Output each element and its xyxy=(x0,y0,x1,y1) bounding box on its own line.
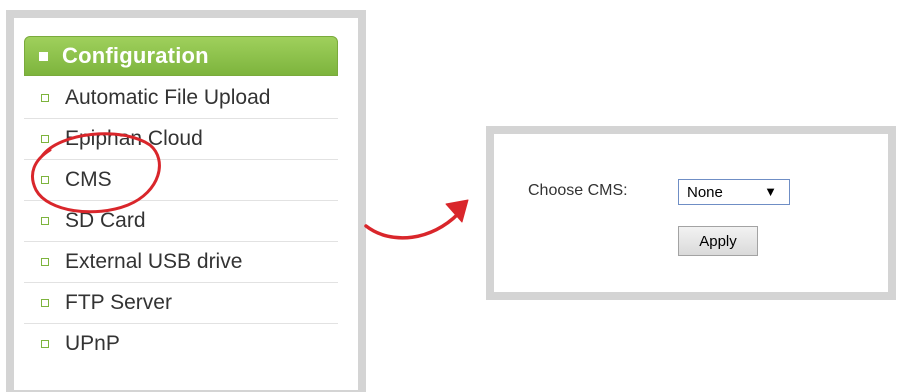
screenshot-stage: Configuration Automatic File Upload Epip… xyxy=(0,0,908,392)
square-bullet-icon xyxy=(41,340,49,348)
menu-item-ftp-server[interactable]: FTP Server xyxy=(24,283,338,324)
menu-item-label: SD Card xyxy=(65,209,146,232)
configuration-header[interactable]: Configuration xyxy=(24,36,338,76)
dropdown-arrow-icon: ▼ xyxy=(764,184,777,199)
menu-item-label: External USB drive xyxy=(65,250,243,273)
apply-button[interactable]: Apply xyxy=(678,226,758,256)
arrow-head-icon xyxy=(445,199,469,223)
square-bullet-icon xyxy=(41,135,49,143)
menu-item-cms[interactable]: CMS xyxy=(24,160,338,201)
menu-item-epiphan-cloud[interactable]: Epiphan Cloud xyxy=(24,119,338,160)
square-bullet-icon xyxy=(41,258,49,266)
menu-item-label: UPnP xyxy=(65,332,120,355)
cms-settings-panel: Choose CMS: None ▼ Apply xyxy=(486,126,896,300)
configuration-menu: Automatic File Upload Epiphan Cloud CMS … xyxy=(24,78,338,364)
square-bullet-icon xyxy=(41,299,49,307)
cms-select-value: None xyxy=(687,183,723,201)
square-bullet-icon xyxy=(41,217,49,225)
square-bullet-icon xyxy=(39,51,48,61)
menu-item-upnp[interactable]: UPnP xyxy=(24,324,338,364)
square-bullet-icon xyxy=(41,94,49,102)
menu-item-automatic-file-upload[interactable]: Automatic File Upload xyxy=(24,78,338,119)
configuration-panel: Configuration Automatic File Upload Epip… xyxy=(6,10,366,392)
menu-item-label: FTP Server xyxy=(65,291,172,314)
menu-item-label: CMS xyxy=(65,168,112,191)
menu-item-sd-card[interactable]: SD Card xyxy=(24,201,338,242)
configuration-header-label: Configuration xyxy=(62,43,209,68)
choose-cms-label: Choose CMS: xyxy=(528,182,628,199)
square-bullet-icon xyxy=(41,176,49,184)
cms-select[interactable]: None ▼ xyxy=(678,179,790,205)
menu-item-label: Automatic File Upload xyxy=(65,86,271,109)
curved-arrow-annotation xyxy=(364,212,460,240)
menu-item-external-usb-drive[interactable]: External USB drive xyxy=(24,242,338,283)
menu-item-label: Epiphan Cloud xyxy=(65,127,203,150)
